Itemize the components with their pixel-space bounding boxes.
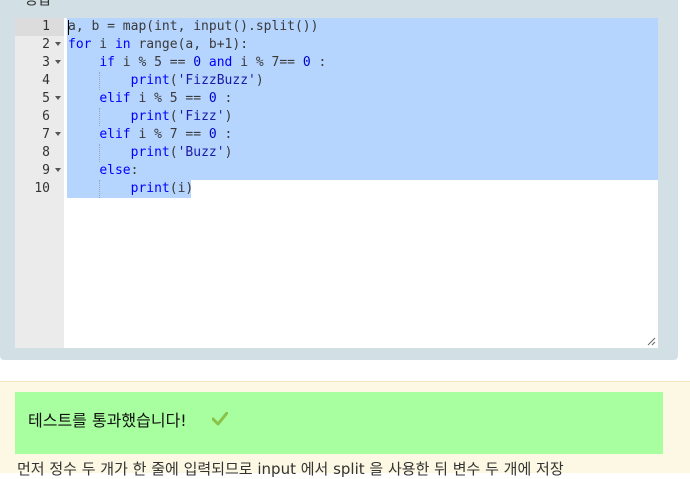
text-cursor [68,20,69,35]
line-number: 7 [42,127,50,142]
fold-arrow-icon[interactable] [55,60,61,64]
code-token: ( [169,109,178,124]
explanation-text: 먼저 정수 두 개가 한 줄에 입력되므로 input 에서 split 을 사… [17,460,564,478]
gutter-line: 8 [15,144,64,162]
code-token: (i) [169,181,194,196]
success-message: 테스트를 통과했습니다! [28,411,187,430]
code-token: 0 [208,91,217,106]
indent-guide [99,72,101,90]
gutter-line: 2 [15,36,64,54]
indent-guide [99,108,101,126]
line-number: 6 [42,109,50,124]
code-line: else: [68,162,138,180]
code-token: if [99,55,115,70]
code-token: print [130,145,170,160]
indent-guide [99,180,101,198]
indent-guide [99,144,101,162]
code-token: 0 [302,55,311,70]
code-token: print [130,73,170,88]
code-token: elif [99,127,131,142]
line-number: 2 [42,37,50,52]
code-token: i % 7== [232,55,303,70]
code-token: i % 7 == [130,127,209,142]
line-number-gutter: 1 2 3 4 5 6 7 8 9 10 [15,18,64,348]
line-number: 4 [42,73,50,88]
code-token: : [310,55,327,70]
resize-handle-icon[interactable] [647,337,656,346]
code-line: for i in range(a, b+1): [68,36,248,54]
code-token: elif [99,91,131,106]
fold-arrow-icon[interactable] [55,168,61,172]
code-token: 'Fizz' [177,109,225,124]
code-token: : [216,91,233,106]
gutter-line: 4 [15,72,64,90]
code-token: print [130,181,170,196]
code-line: elif i % 5 == 0 : [68,90,232,108]
code-line: print('FizzBuzz') [68,72,264,90]
fold-arrow-icon[interactable] [55,96,61,100]
code-token: ) [224,109,233,124]
fold-arrow-icon[interactable] [55,42,61,46]
line-number: 5 [42,91,50,106]
code-line: print('Buzz') [68,144,233,162]
code-token: : [130,163,139,178]
code-token: ) [224,145,233,160]
gutter-line: 6 [15,108,64,126]
code-token: 'Buzz' [177,145,225,160]
gutter-line: 3 [15,54,64,72]
code-token: a, b = map(int, input().split()) [68,19,319,34]
code-token: i % 5 == [130,91,209,106]
line-number: 1 [42,19,50,34]
gutter-line: 10 [15,180,64,198]
code-token: 0 [208,127,217,142]
code-line: a, b = map(int, input().split()) [68,18,318,36]
panel-heading: 정답 [24,0,52,9]
code-token: in [114,37,131,52]
code-token: : [216,127,233,142]
success-alert: 테스트를 통과했습니다! [15,392,663,454]
answer-panel: 정답 1 2 3 4 5 6 7 8 9 10 a, b = map(int, input().s… [0,0,678,360]
code-line: elif i % 7 == 0 : [68,126,232,144]
code-editor[interactable]: 1 2 3 4 5 6 7 8 9 10 a, b = map(int, input().spli… [15,18,658,348]
gutter-line: 5 [15,90,64,108]
code-token: ) [255,73,264,88]
fold-arrow-icon[interactable] [55,132,61,136]
gutter-line: 9 [15,162,64,180]
code-token: else [99,163,131,178]
code-token: i [91,37,115,52]
code-token: for [68,37,92,52]
code-line: if i % 5 == 0 and i % 7== 0 : [68,54,326,72]
line-number: 9 [42,163,50,178]
code-line: print(i) [68,180,194,198]
code-token: 0 [193,55,202,70]
gutter-line: 1 [15,18,64,36]
gutter-line: 7 [15,126,64,144]
line-number: 3 [42,55,50,70]
code-token: i % 5 == [114,55,194,70]
code-token: print [130,109,170,124]
line-number: 10 [34,181,50,196]
check-icon [212,412,228,426]
line-number: 8 [42,145,50,160]
code-token: 'FizzBuzz' [177,73,256,88]
code-token: ( [169,145,178,160]
code-token: range(a, b+1): [130,37,249,52]
code-token: ( [169,73,178,88]
code-line: print('Fizz') [68,108,233,126]
code-token: and [208,55,233,70]
